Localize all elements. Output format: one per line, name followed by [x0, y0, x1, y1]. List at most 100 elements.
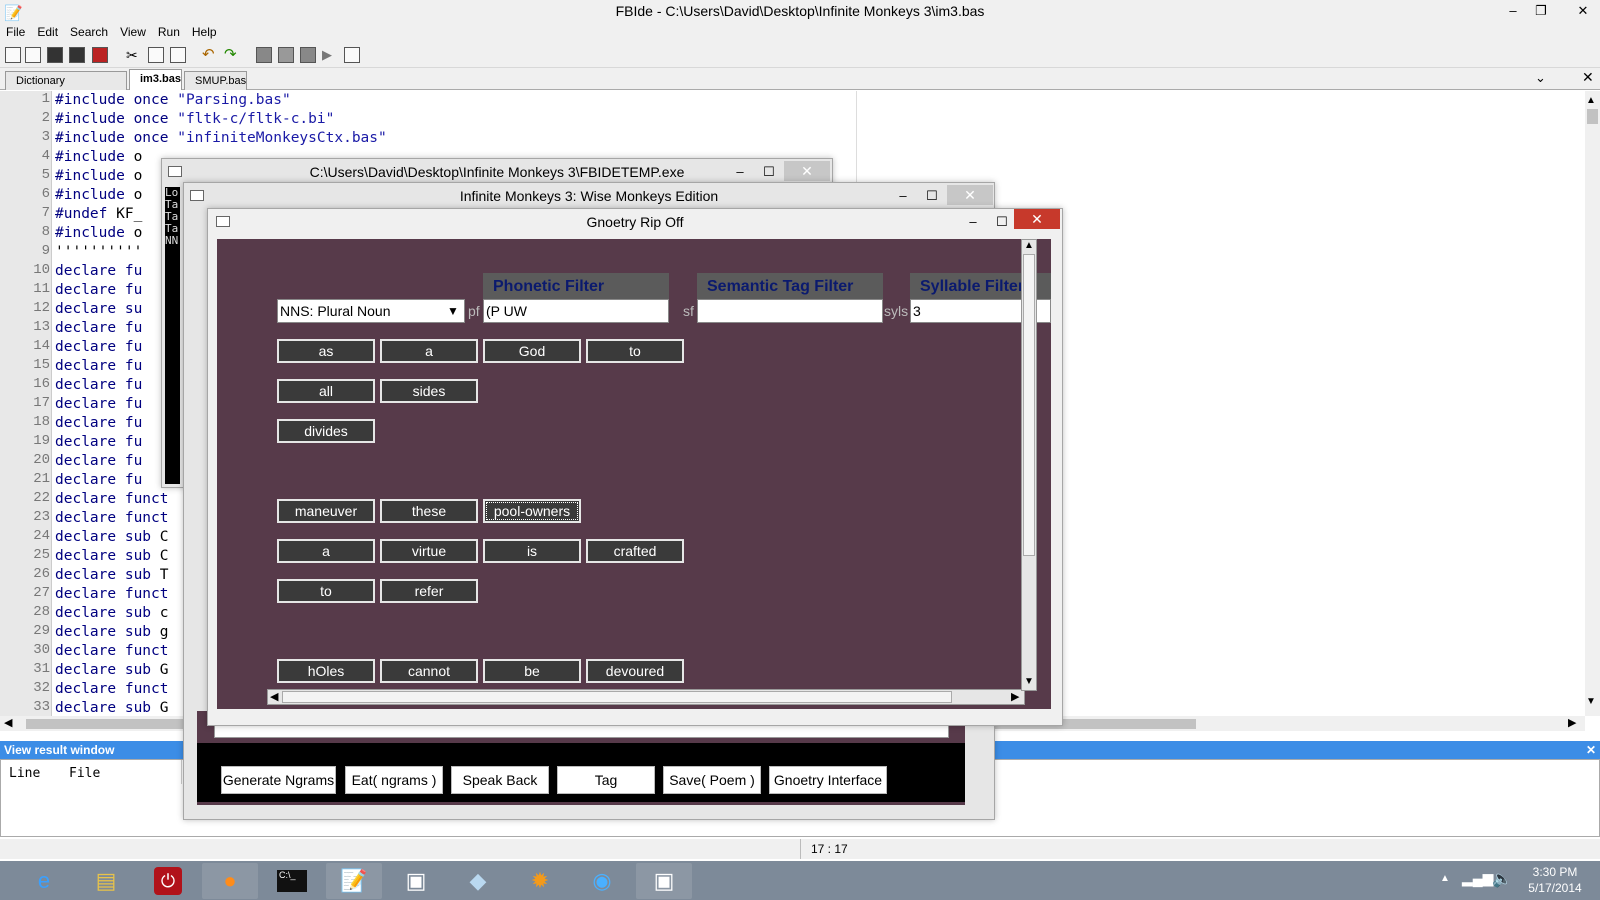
word-button[interactable]: cannot: [380, 659, 478, 683]
save-poem-button[interactable]: Save( Poem ): [663, 766, 761, 794]
code-line[interactable]: declare fu: [55, 262, 142, 281]
monkeys-maximize-button[interactable]: ☐: [919, 185, 945, 207]
scroll-left-icon[interactable]: ◀: [270, 690, 278, 703]
console-minimize-button[interactable]: –: [727, 161, 753, 183]
save-all-icon[interactable]: [69, 47, 85, 63]
word-button[interactable]: be: [483, 659, 581, 683]
code-line[interactable]: #include o: [55, 167, 142, 186]
code-line[interactable]: declare funct: [55, 642, 169, 661]
gnoetry-vscroll[interactable]: ▲ ▼: [1021, 239, 1037, 691]
close-result-icon[interactable]: ✕: [1586, 741, 1596, 759]
console-maximize-button[interactable]: ☐: [756, 161, 782, 183]
show-hidden-icons[interactable]: ▲: [1440, 873, 1450, 884]
window-icon[interactable]: ▣: [636, 863, 692, 899]
ie-icon[interactable]: e: [16, 863, 72, 899]
chevron-down-icon[interactable]: ▼: [444, 301, 462, 321]
cmd-icon[interactable]: C:\_: [264, 863, 320, 899]
semantic-filter-input[interactable]: [697, 299, 883, 323]
undo-icon[interactable]: ↶: [202, 47, 218, 63]
tag-button[interactable]: Tag: [557, 766, 655, 794]
code-line[interactable]: #include once "fltk-c/fltk-c.bi": [55, 110, 334, 129]
word-button-selected[interactable]: pool-owners: [483, 499, 581, 523]
gnoetry-close-button[interactable]: ✕: [1014, 209, 1060, 229]
close-file-icon[interactable]: [92, 47, 108, 63]
code-line[interactable]: #include once "infiniteMonkeysCtx.bas": [55, 129, 387, 148]
code-line[interactable]: declare fu: [55, 414, 142, 433]
gnoetry-interface-button[interactable]: Gnoetry Interface: [769, 766, 887, 794]
compile-run-icon[interactable]: [300, 47, 316, 63]
scroll-up-icon[interactable]: ▲: [1024, 240, 1034, 251]
scroll-right-icon[interactable]: ▶: [1568, 716, 1576, 729]
network-icon[interactable]: ▂▄▆: [1462, 870, 1493, 887]
code-line[interactable]: declare fu: [55, 452, 142, 471]
code-line[interactable]: declare funct: [55, 680, 169, 699]
scroll-right-icon[interactable]: ▶: [1011, 690, 1019, 703]
quick-run-icon[interactable]: ▶: [322, 47, 338, 63]
generate-ngrams-button[interactable]: Generate Ngrams: [221, 766, 336, 794]
code-line[interactable]: declare funct: [55, 490, 169, 509]
menu-view[interactable]: View: [114, 23, 152, 42]
code-line[interactable]: declare fu: [55, 471, 142, 490]
code-line[interactable]: declare fu: [55, 357, 142, 376]
save-icon[interactable]: [47, 47, 63, 63]
redo-icon[interactable]: ↷: [224, 47, 240, 63]
gnoetry-minimize-button[interactable]: –: [960, 211, 986, 233]
code-line[interactable]: declare sub C: [55, 547, 169, 566]
tab-dictionary-editor[interactable]: Dictionary Editor.bas: [5, 71, 127, 105]
cmdline-icon[interactable]: [344, 47, 360, 63]
code-line[interactable]: declare fu: [55, 281, 142, 300]
copy-icon[interactable]: [148, 47, 164, 63]
word-button[interactable]: to: [586, 339, 684, 363]
restore-button[interactable]: ❐: [1528, 0, 1554, 22]
code-line[interactable]: declare su: [55, 300, 142, 319]
close-tab-icon[interactable]: ✕: [1582, 69, 1594, 86]
scroll-down-icon[interactable]: ▼: [1586, 696, 1596, 707]
fbide-icon[interactable]: ▣: [388, 863, 444, 899]
hscroll-thumb[interactable]: [282, 691, 952, 703]
code-line[interactable]: declare fu: [55, 433, 142, 452]
compile-icon[interactable]: [256, 47, 272, 63]
volume-icon[interactable]: 🔈: [1492, 869, 1512, 889]
code-line[interactable]: declare fu: [55, 395, 142, 414]
power-icon[interactable]: ⏻: [140, 863, 196, 899]
word-button[interactable]: virtue: [380, 539, 478, 563]
code-line[interactable]: declare funct: [55, 585, 169, 604]
code-line[interactable]: declare sub C: [55, 528, 169, 547]
editor-vertical-scrollbar[interactable]: ▲ ▼: [1585, 91, 1600, 716]
clock[interactable]: 3:30 PM 5/17/2014: [1520, 864, 1590, 896]
word-button[interactable]: to: [277, 579, 375, 603]
code-line[interactable]: declare sub T: [55, 566, 169, 585]
firefox-icon[interactable]: ●: [202, 863, 258, 899]
code-line[interactable]: #include o: [55, 224, 142, 243]
word-button[interactable]: sides: [380, 379, 478, 403]
code-line[interactable]: declare fu: [55, 338, 142, 357]
vscroll-thumb[interactable]: [1023, 254, 1035, 556]
word-button[interactable]: as: [277, 339, 375, 363]
phonetic-filter-input[interactable]: (P UW: [483, 299, 669, 323]
settings-icon[interactable]: ✹: [512, 863, 568, 899]
word-button[interactable]: divides: [277, 419, 375, 443]
scroll-down-icon[interactable]: ▼: [1024, 676, 1034, 687]
code-line[interactable]: #include o: [55, 186, 142, 205]
code-line[interactable]: declare sub g: [55, 623, 169, 642]
pos-select[interactable]: NNS: Plural Noun ▼: [277, 299, 465, 323]
word-button[interactable]: a: [380, 339, 478, 363]
menu-file[interactable]: File: [0, 23, 31, 42]
code-line[interactable]: #include o: [55, 148, 142, 167]
column-file[interactable]: File: [69, 766, 100, 781]
console-close-button[interactable]: ✕: [784, 161, 830, 181]
code-line[interactable]: declare sub G: [55, 661, 169, 680]
word-button[interactable]: is: [483, 539, 581, 563]
column-line[interactable]: Line: [9, 766, 40, 781]
new-file-icon[interactable]: [5, 47, 21, 63]
file-explorer-icon[interactable]: ▤: [78, 863, 134, 899]
scroll-left-icon[interactable]: ◀: [4, 716, 12, 729]
notepad-icon[interactable]: 📝: [326, 863, 382, 899]
app-icon[interactable]: ◆: [450, 863, 506, 899]
word-button[interactable]: God: [483, 339, 581, 363]
word-button[interactable]: all: [277, 379, 375, 403]
close-button[interactable]: ✕: [1566, 0, 1600, 22]
tab-smup[interactable]: SMUP.bas: [184, 71, 247, 90]
word-button[interactable]: crafted: [586, 539, 684, 563]
code-line[interactable]: declare fu: [55, 376, 142, 395]
